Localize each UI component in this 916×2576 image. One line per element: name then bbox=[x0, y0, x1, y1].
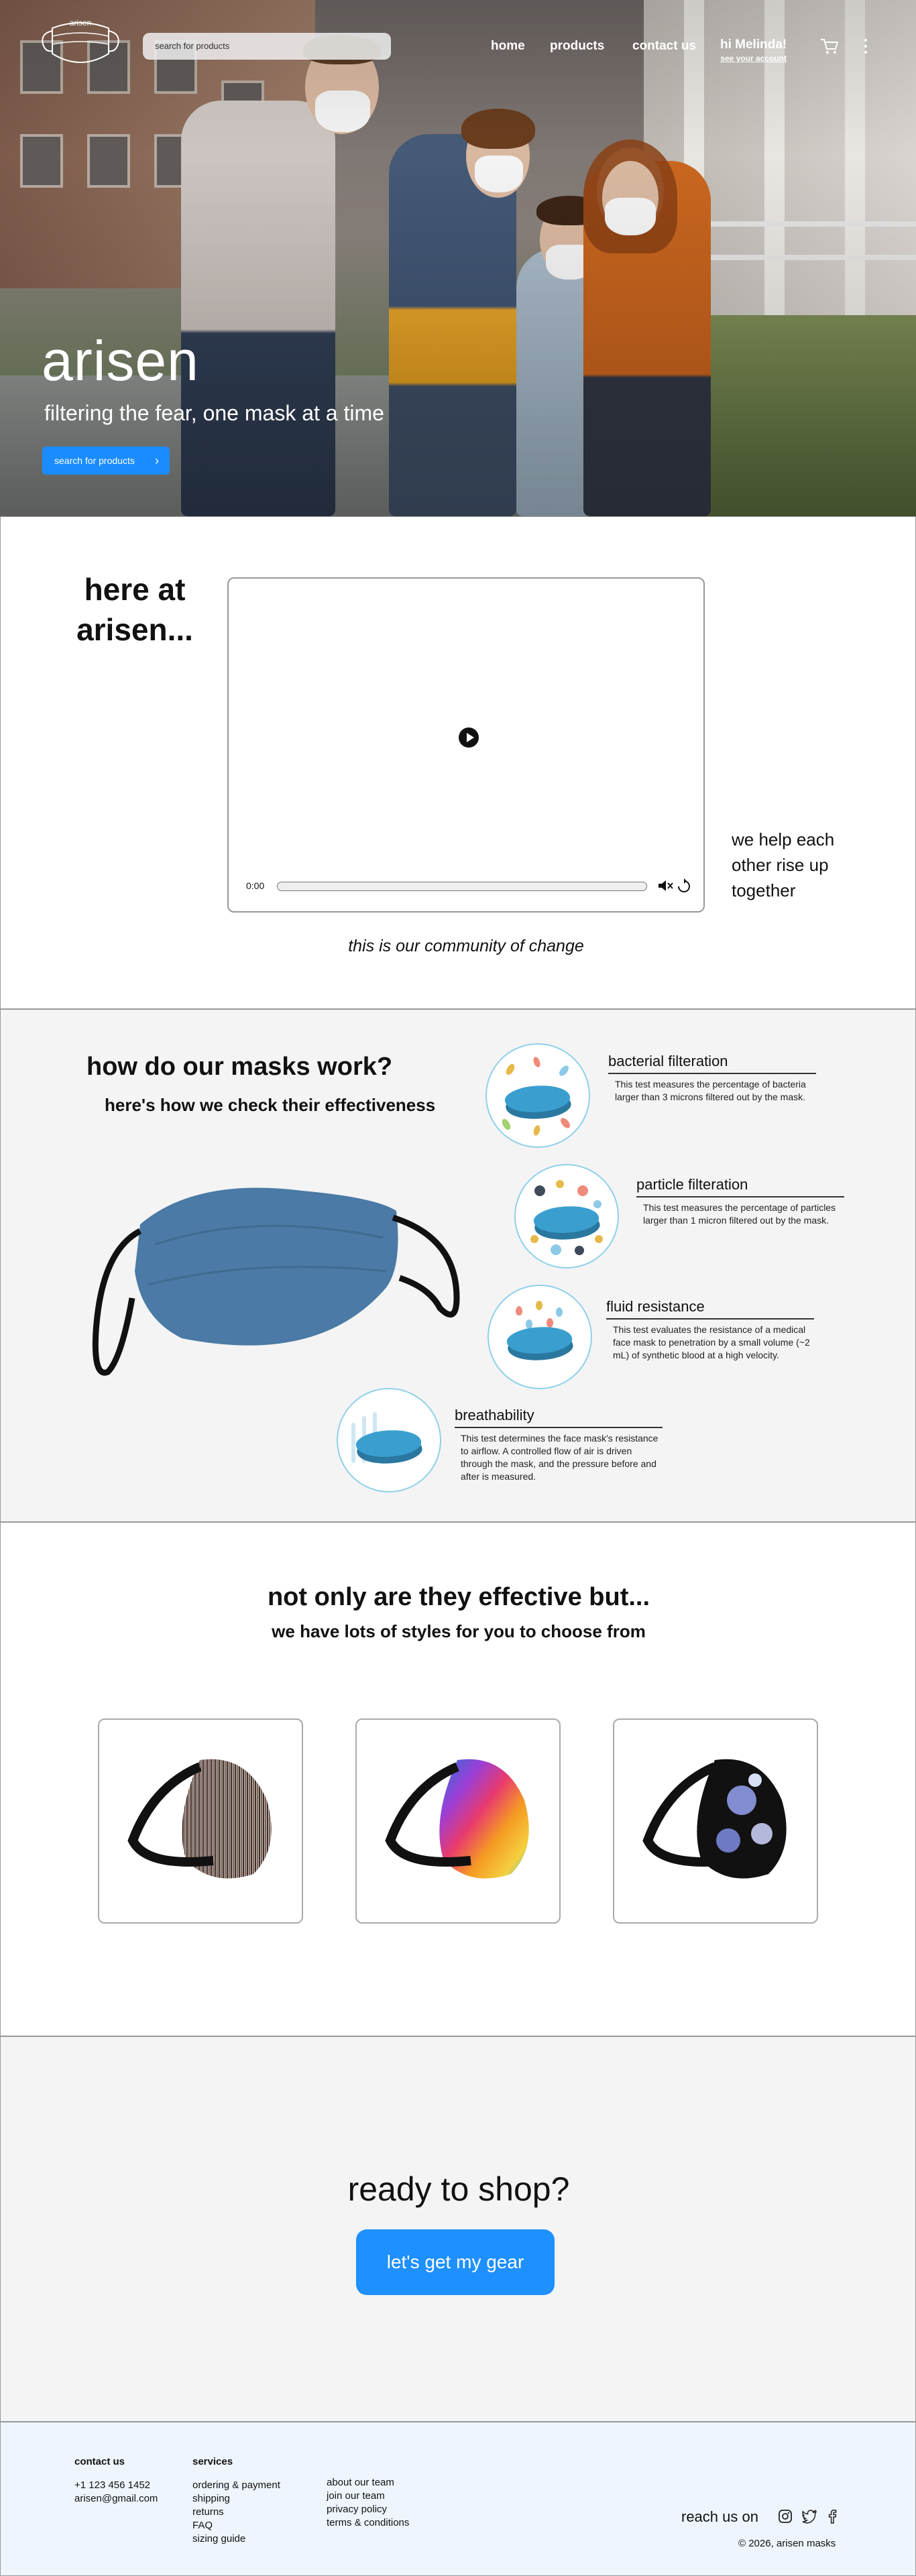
video-time: 0:00 bbox=[246, 880, 265, 891]
about-heading-line2: arisen... bbox=[76, 612, 193, 647]
video-player[interactable]: 0:00 bbox=[227, 577, 705, 913]
about-heading-line1: here at bbox=[84, 572, 186, 607]
facebook-icon[interactable] bbox=[824, 2508, 840, 2524]
product-card-floral[interactable] bbox=[613, 1718, 818, 1924]
mute-icon[interactable] bbox=[656, 878, 674, 894]
chevron-right-icon: › bbox=[155, 454, 159, 467]
nav-contact-us[interactable]: contact us bbox=[632, 39, 696, 54]
floral-mask-image bbox=[642, 1759, 787, 1879]
see-account-link[interactable]: see your account bbox=[720, 54, 787, 63]
hero-subtitle: filtering the fear, one mask at a time bbox=[44, 401, 384, 425]
test-desc-breathability: This test determines the face mask's res… bbox=[461, 1433, 659, 1482]
footer-link-ordering[interactable]: ordering & payment bbox=[192, 2479, 280, 2492]
about-section: here at arisen... 0:00 we help each othe… bbox=[0, 516, 916, 1009]
product-card-rainbow[interactable] bbox=[355, 1718, 561, 1924]
footer-link-about-team[interactable]: about our team bbox=[327, 2476, 394, 2490]
play-icon[interactable] bbox=[459, 727, 479, 748]
ready-heading: ready to shop? bbox=[347, 2170, 570, 2208]
footer-link-join-team[interactable]: join our team bbox=[327, 2490, 385, 2503]
striped-mask-image bbox=[127, 1759, 272, 1879]
copyright-text: © 2026, arisen masks bbox=[738, 2538, 836, 2549]
footer-link-privacy[interactable]: privacy policy bbox=[327, 2503, 387, 2516]
nav-home[interactable]: home bbox=[491, 39, 525, 54]
mask-styles-section: not only are they effective but... we ha… bbox=[0, 1522, 916, 2036]
particle-filtration-icon bbox=[514, 1164, 619, 1269]
work-subheading: here's how we check their effectiveness bbox=[105, 1095, 436, 1115]
test-title-breathability: breathability bbox=[455, 1407, 663, 1428]
nav-products[interactable]: products bbox=[550, 39, 604, 54]
account-greeting: hi Melinda! bbox=[720, 38, 787, 52]
instagram-icon[interactable] bbox=[777, 2508, 793, 2524]
get-gear-button[interactable]: let's get my gear bbox=[356, 2229, 555, 2295]
footer: contact us +1 123 456 1452 arisen@gmail.… bbox=[0, 2422, 916, 2576]
search-input[interactable]: search for products bbox=[143, 33, 391, 60]
styles-heading: not only are they effective but... bbox=[267, 1583, 650, 1611]
test-desc-bacterial: This test measures the percentage of bac… bbox=[615, 1079, 806, 1102]
footer-link-shipping[interactable]: shipping bbox=[192, 2492, 230, 2506]
how-masks-work-section: how do our masks work? here's how we che… bbox=[0, 1009, 916, 1522]
video-progress-bar[interactable] bbox=[277, 882, 647, 891]
styles-subheading: we have lots of styles for you to choose… bbox=[272, 1621, 646, 1641]
replay-icon[interactable] bbox=[677, 878, 691, 894]
arisen-logo[interactable]: arisen bbox=[39, 15, 122, 74]
account-menu[interactable]: hi Melinda! see your account bbox=[720, 38, 787, 63]
footer-services-heading: services bbox=[192, 2456, 233, 2467]
fluid-resistance-icon bbox=[488, 1285, 592, 1389]
test-title-particle: particle filteration bbox=[636, 1176, 844, 1197]
cart-icon[interactable] bbox=[819, 38, 840, 55]
kebab-menu-icon[interactable] bbox=[862, 39, 869, 56]
test-title-bacterial: bacterial filteration bbox=[608, 1053, 816, 1074]
hero-title: arisen bbox=[42, 329, 199, 392]
product-card-striped[interactable] bbox=[98, 1718, 303, 1924]
bacterial-filtration-icon bbox=[485, 1043, 590, 1148]
about-heading: here at arisen... bbox=[68, 569, 202, 650]
test-desc-fluid: This test evaluates the resistance of a … bbox=[613, 1324, 810, 1360]
footer-link-terms[interactable]: terms & conditions bbox=[327, 2516, 409, 2530]
about-side-text: we help each other rise up together bbox=[732, 829, 835, 900]
search-products-button[interactable]: search for products › bbox=[42, 447, 170, 475]
page: arisen search for products home products… bbox=[0, 0, 916, 2576]
reach-us-label: reach us on bbox=[681, 2508, 758, 2525]
twitter-icon[interactable] bbox=[801, 2508, 817, 2524]
work-heading: how do our masks work? bbox=[87, 1053, 393, 1081]
test-desc-particle: This test measures the percentage of par… bbox=[643, 1202, 836, 1226]
footer-email[interactable]: arisen@gmail.com bbox=[74, 2492, 158, 2506]
search-products-button-label: search for products bbox=[54, 455, 135, 466]
blue-face-mask-image bbox=[92, 1187, 460, 1376]
footer-contact-heading: contact us bbox=[74, 2456, 125, 2467]
footer-link-sizing[interactable]: sizing guide bbox=[192, 2532, 245, 2546]
hero-banner: arisen search for products home products… bbox=[0, 0, 916, 516]
about-caption: this is our community of change bbox=[348, 937, 584, 955]
test-title-fluid: fluid resistance bbox=[606, 1298, 814, 1320]
breathability-icon bbox=[337, 1388, 441, 1492]
footer-link-returns[interactable]: returns bbox=[192, 2506, 224, 2519]
ready-to-shop-section: ready to shop? let's get my gear bbox=[0, 2036, 916, 2422]
svg-text:arisen: arisen bbox=[70, 18, 92, 27]
footer-link-faq[interactable]: FAQ bbox=[192, 2519, 213, 2532]
rainbow-mask-image bbox=[385, 1759, 529, 1879]
footer-phone[interactable]: +1 123 456 1452 bbox=[74, 2479, 150, 2492]
